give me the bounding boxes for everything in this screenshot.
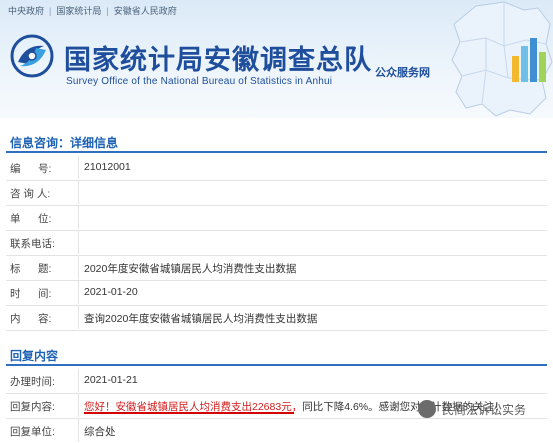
public-service-badge: 公众服务网 — [375, 67, 430, 79]
row-value: 2021-01-20 — [84, 286, 138, 298]
row-label: 时 间: — [10, 288, 52, 300]
nbs-logo-icon — [10, 34, 54, 78]
row-value: 查询2020年度安徽省城镇居民人均消费性支出数据 — [84, 313, 318, 325]
reply-row-unit: 回复单位: 综合处 — [6, 419, 547, 443]
row-label: 回复单位: — [10, 426, 55, 438]
nav-link-central-gov[interactable]: 中央政府 — [8, 6, 44, 16]
reply-row-date: 办理时间: 2021-01-21 — [6, 369, 547, 394]
reply-section-title: 回复内容 — [10, 349, 59, 363]
row-label: 编 号: — [10, 163, 52, 175]
row-label: 办理时间: — [10, 376, 55, 388]
consult-row-title: 标 题: 2020年度安徽省城镇居民人均消费性支出数据 — [6, 256, 547, 281]
row-label: 单 位: — [10, 213, 52, 225]
row-value: 2020年度安徽省城镇居民人均消费性支出数据 — [84, 263, 297, 275]
consult-row-number: 编 号: 21012001 — [6, 156, 547, 181]
consult-row-inquirer: 咨 询 人: — [6, 181, 547, 206]
row-label: 内 容: — [10, 313, 52, 325]
consult-row-phone: 联系电话: — [6, 231, 547, 256]
section-divider — [6, 151, 547, 153]
row-label: 回复内容: — [10, 401, 55, 413]
wechat-icon — [418, 400, 436, 418]
site-title-cn: 国家统计局安徽调查总队 — [64, 45, 372, 76]
row-value: 21012001 — [84, 161, 131, 173]
row-label: 联系电话: — [10, 238, 55, 250]
anhui-map-graphic — [451, 1, 553, 117]
row-value: 综合处 — [84, 426, 116, 438]
row-label: 标 题: — [10, 263, 52, 275]
consult-row-content: 内 容: 查询2020年度安徽省城镇居民人均消费性支出数据 — [6, 306, 547, 331]
nav-link-nbs[interactable]: 国家统计局 — [56, 6, 101, 16]
site-header: 中央政府 | 国家统计局 | 安徽省人民政府 国家统计局安徽调查总队 Survey Of… — [0, 0, 553, 118]
row-label: 咨 询 人: — [10, 188, 51, 200]
site-title-en: Survey Office of the National Bureau of … — [66, 76, 333, 87]
consult-section-title: 信息咨询：详细信息 — [10, 136, 119, 150]
consult-row-time: 时 间: 2021-01-20 — [6, 281, 547, 306]
watermark: 民商法诉讼实务 — [418, 400, 526, 418]
row-value: 2021-01-21 — [84, 374, 138, 386]
watermark-text: 民商法诉讼实务 — [442, 402, 527, 417]
consult-row-organization: 单 位: — [6, 206, 547, 231]
section-divider — [6, 364, 547, 366]
red-underline — [84, 412, 294, 414]
nav-link-anhui-gov[interactable]: 安徽省人民政府 — [114, 6, 177, 16]
top-nav: 中央政府 | 国家统计局 | 安徽省人民政府 — [8, 6, 177, 16]
